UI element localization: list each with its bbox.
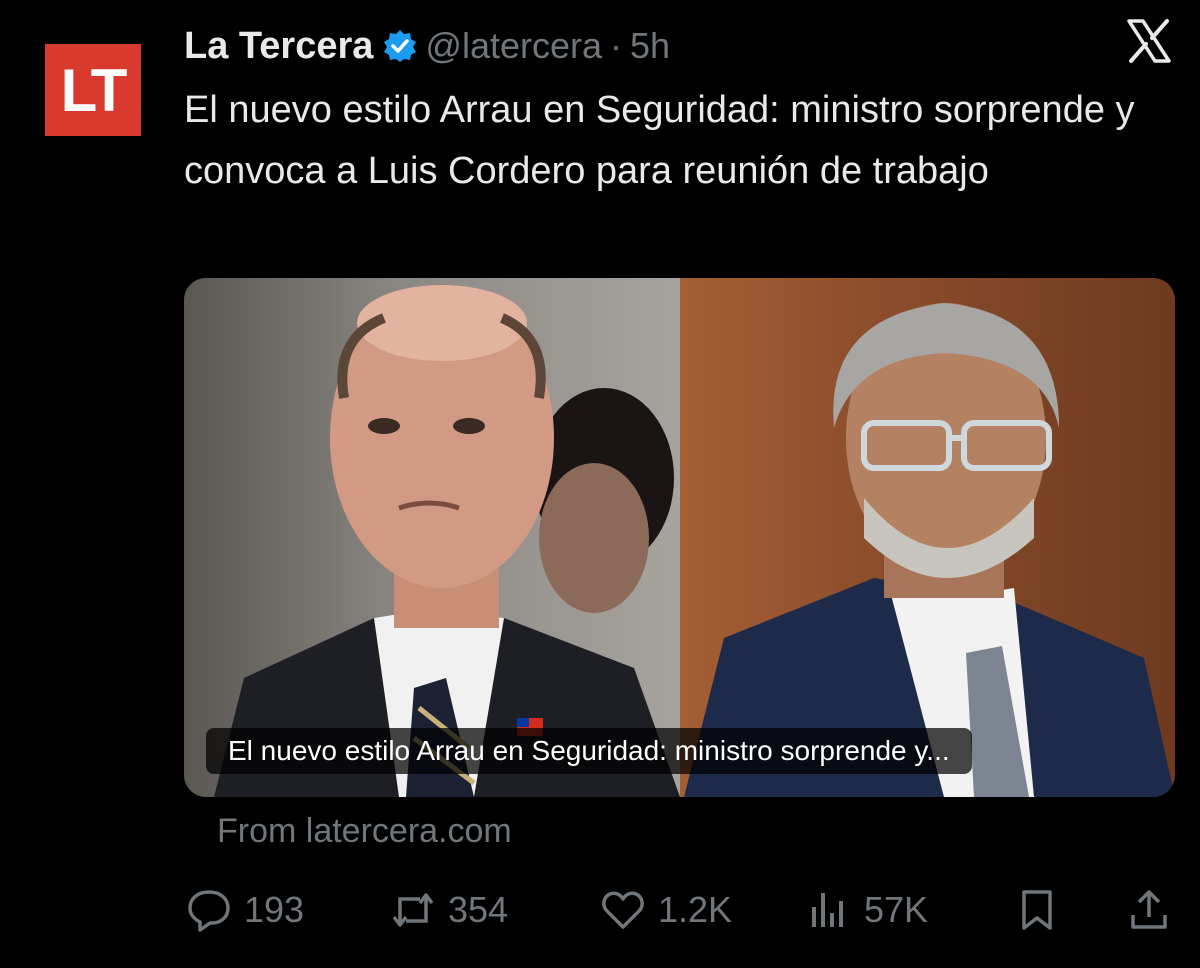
like-icon [602,891,644,929]
author-name[interactable]: La Tercera [184,25,373,68]
repost-count: 354 [448,889,509,930]
action-bar: 193 354 1.2K 57K [186,880,1176,940]
tweet-timestamp[interactable]: 5h [630,25,670,67]
separator-dot: · [610,25,623,66]
bookmark-button[interactable] [1014,880,1060,940]
verified-badge-icon [384,30,417,62]
repost-icon [392,893,434,927]
views-count: 57K [864,889,929,930]
x-logo-icon [1127,19,1171,63]
bookmark-icon [1022,890,1052,930]
card-photo [214,285,1175,797]
link-card[interactable]: El nuevo estilo Arrau en Seguridad: mini… [184,278,1175,797]
share-button[interactable] [1126,880,1172,940]
card-caption: El nuevo estilo Arrau en Seguridad: mini… [206,728,972,774]
reply-count: 193 [244,889,305,930]
like-button[interactable]: 1.2K [600,880,732,940]
tweet-header: La Tercera @latercera · 5h [184,20,670,72]
avatar-text: LT [60,56,128,124]
views-icon [812,893,843,927]
repost-button[interactable]: 354 [390,880,508,940]
like-count: 1.2K [658,889,733,930]
tweet-text: El nuevo estilo Arrau en Seguridad: mini… [184,89,1135,192]
author-handle[interactable]: @latercera [425,25,602,67]
author-avatar[interactable]: LT [45,44,141,136]
share-icon [1131,890,1167,929]
card-source-link[interactable]: From latercera.com [217,812,512,851]
views-button[interactable]: 57K [806,880,928,940]
reply-icon [188,890,230,932]
reply-button[interactable]: 193 [186,880,304,940]
